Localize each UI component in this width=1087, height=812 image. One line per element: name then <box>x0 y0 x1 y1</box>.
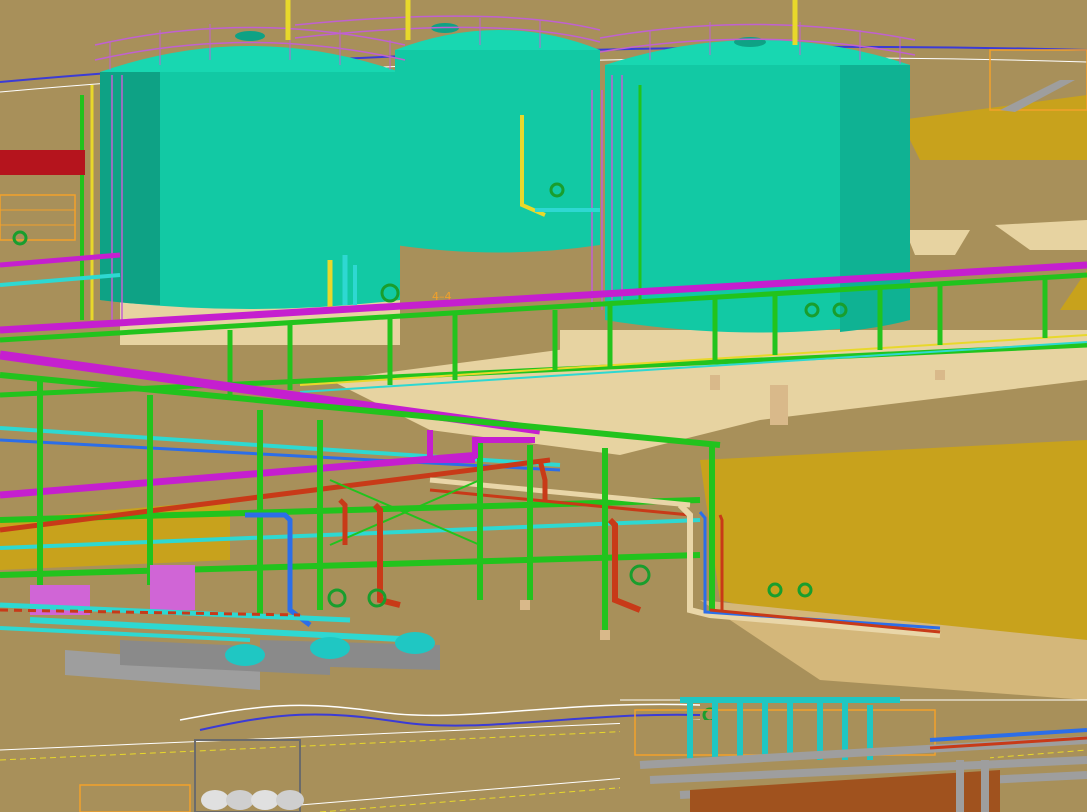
pink-equipment-block <box>150 565 195 610</box>
storage-tank-middle[interactable] <box>395 23 600 253</box>
scene-canvas[interactable]: 4–4 <box>0 0 1087 812</box>
plant-3d-viewport[interactable]: 4–4 <box>0 0 1087 812</box>
